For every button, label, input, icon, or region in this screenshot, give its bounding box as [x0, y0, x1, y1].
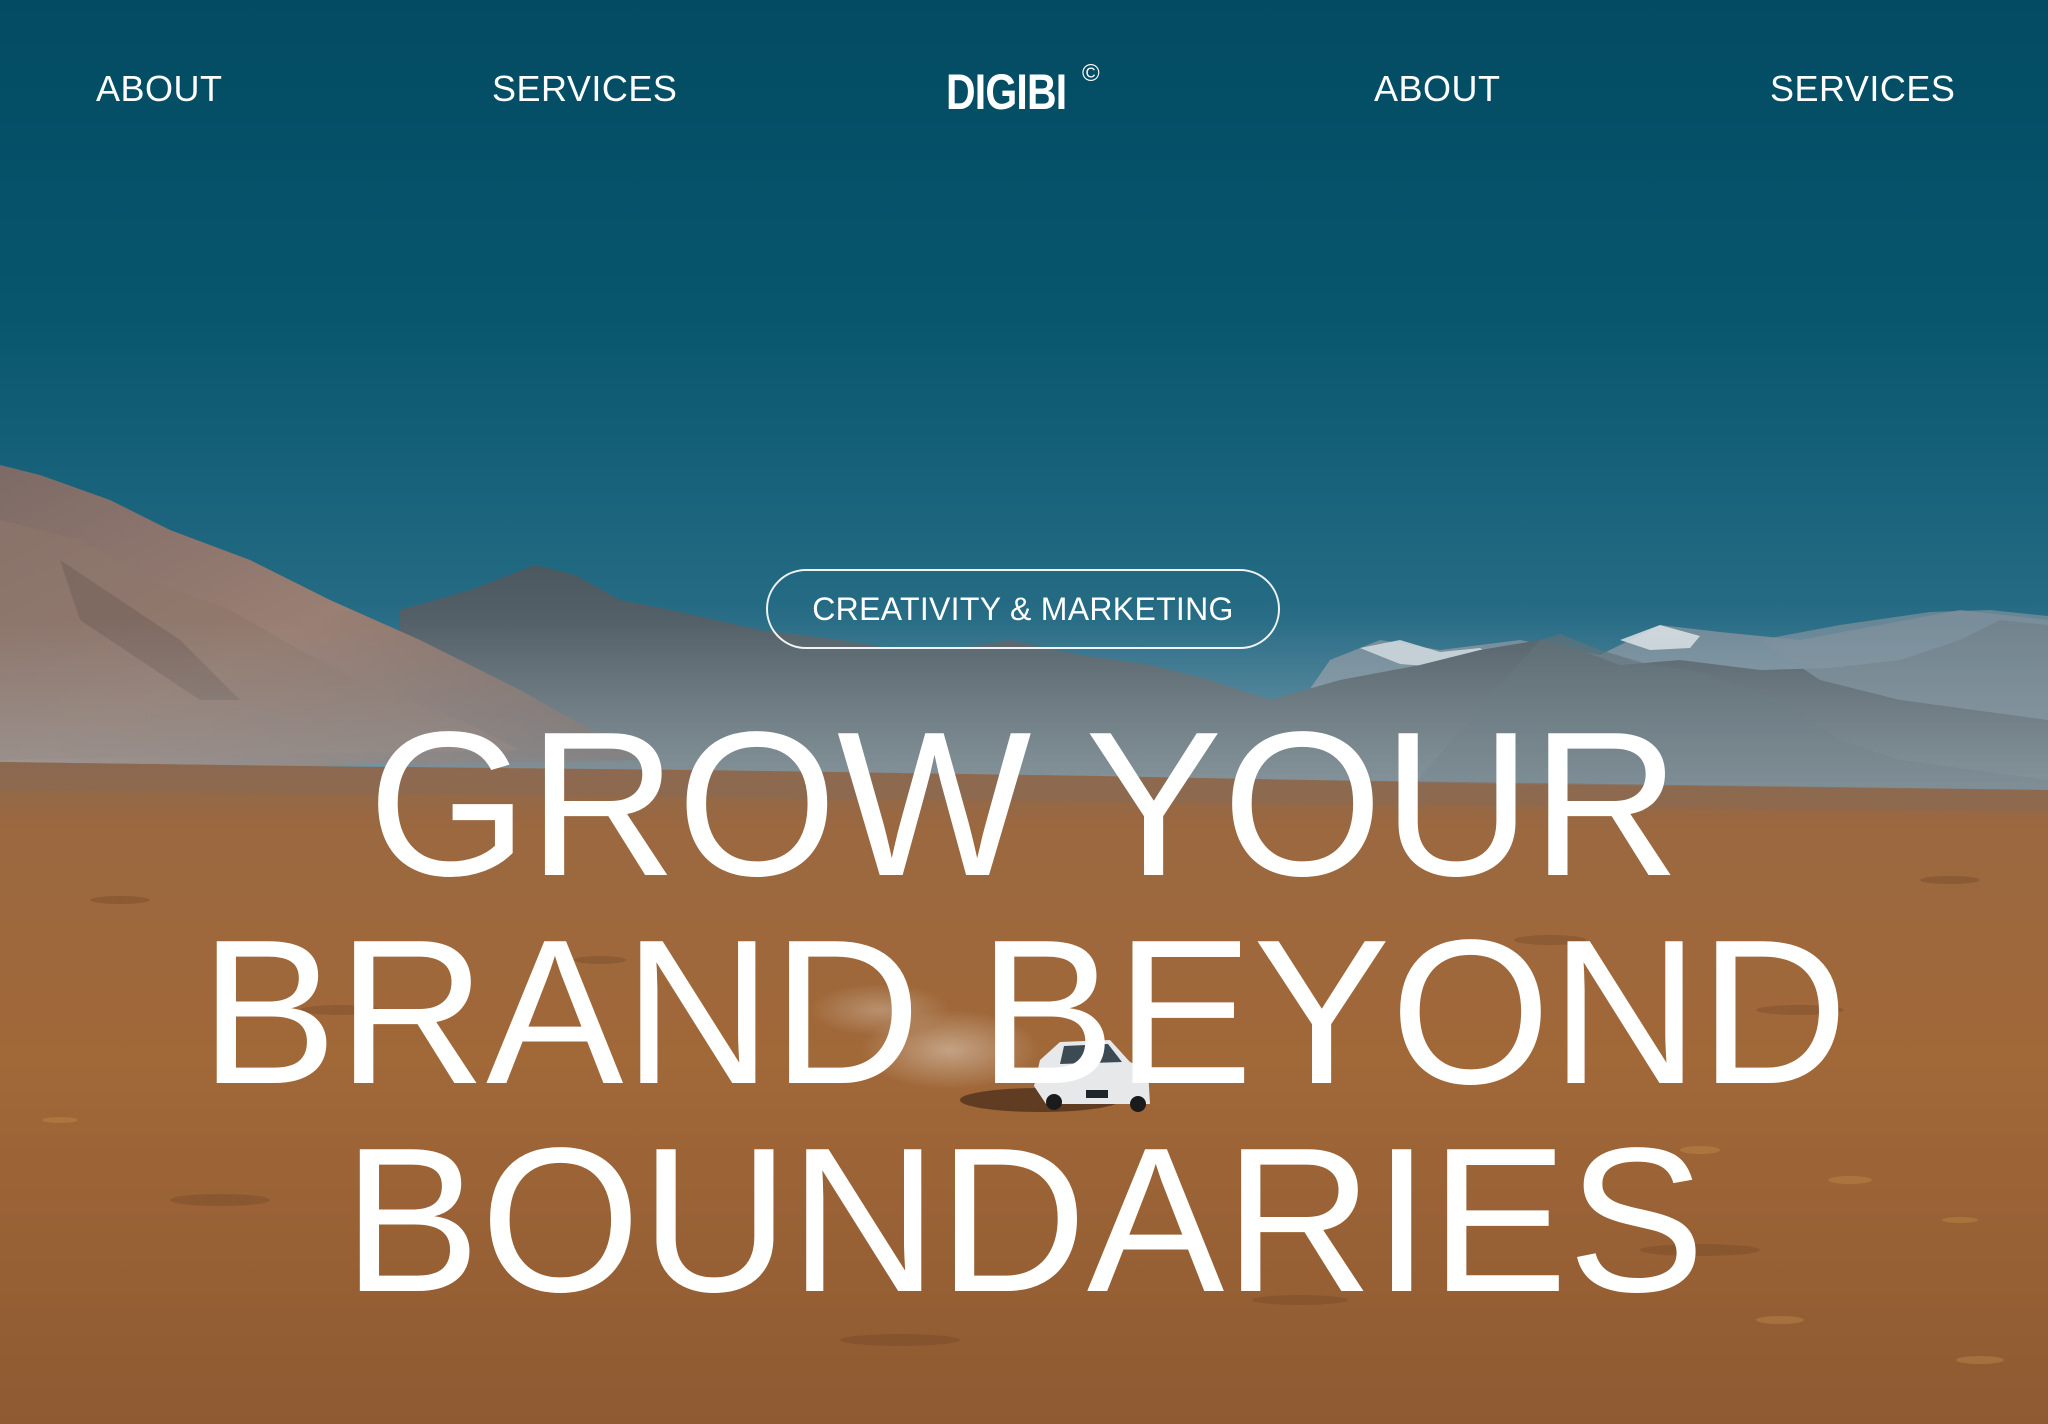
- nav-link-services-right[interactable]: SERVICES: [1770, 66, 1955, 112]
- nav-link-services-left[interactable]: SERVICES: [492, 66, 677, 112]
- nav-link-about-right[interactable]: ABOUT: [1374, 66, 1501, 112]
- hero-headline-line: BOUNDARIES: [342, 1105, 1706, 1335]
- nav-link-about-left[interactable]: ABOUT: [96, 66, 223, 112]
- top-navigation: ABOUT SERVICES DIGIBI © ABOUT SERVICES: [0, 0, 2048, 180]
- hero-headline-line: GROW YOUR: [367, 689, 1681, 919]
- brand-logo[interactable]: DIGIBI ©: [946, 62, 1100, 120]
- hero-headline-line: BRAND BEYOND: [199, 897, 1849, 1127]
- landing-page: ABOUT SERVICES DIGIBI © ABOUT SERVICES C…: [0, 0, 2048, 1424]
- brand-logo-text: DIGIBI: [946, 64, 1067, 120]
- copyright-icon: ©: [1082, 60, 1100, 87]
- hero-tag-pill[interactable]: CREATIVITY & MARKETING: [766, 569, 1280, 649]
- hero-headline: GROW YOUR BRAND BEYOND BOUNDARIES: [0, 700, 2048, 1324]
